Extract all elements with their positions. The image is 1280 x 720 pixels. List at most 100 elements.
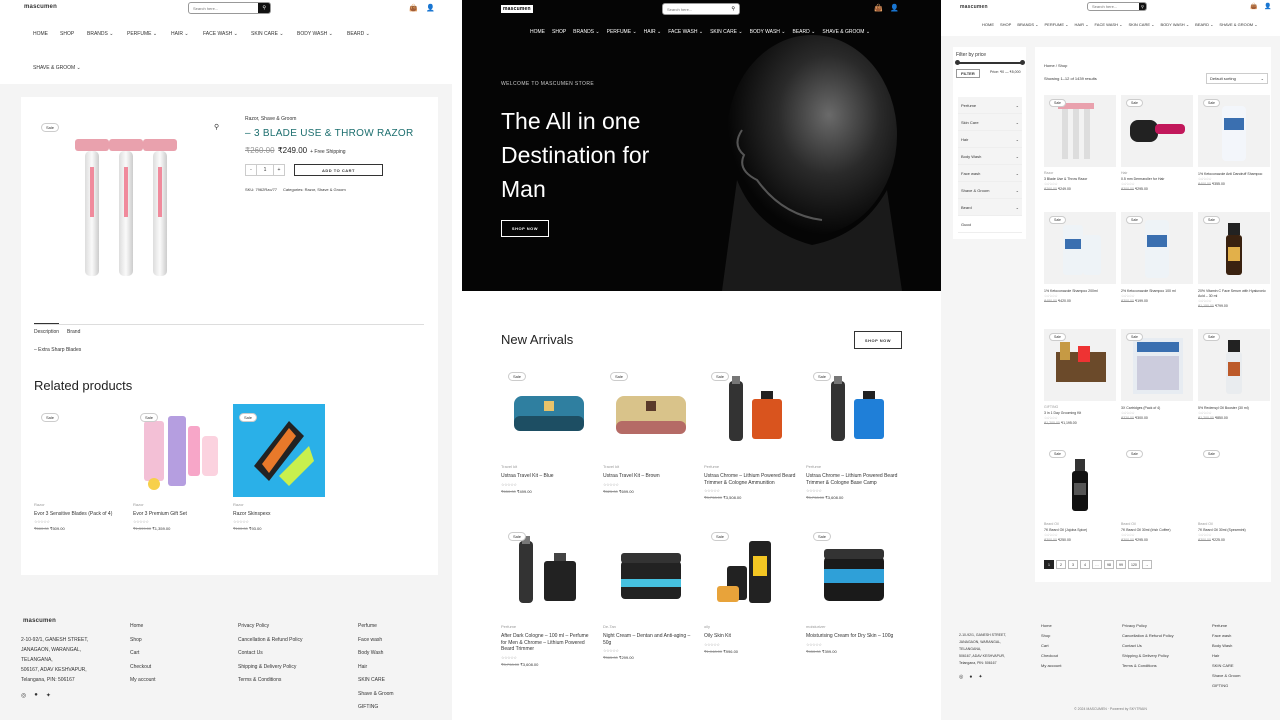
nav-shop[interactable]: SHOP	[552, 29, 566, 35]
product-name[interactable]: After Dark Cologne – 100 ml – Perfume fo…	[501, 633, 595, 653]
footer-link[interactable]: Contact Us	[238, 647, 302, 661]
zoom-icon[interactable]: ⚲	[214, 123, 219, 131]
nav-body-wash[interactable]: BODY WASH ⌄	[750, 29, 786, 35]
product-category[interactable]: Beard Oil	[1044, 522, 1116, 527]
footer-link[interactable]: SKIN CARE	[358, 674, 394, 688]
footer-link[interactable]: Face wash	[358, 634, 394, 648]
page-link[interactable]: …	[1092, 560, 1102, 569]
category-filter-item[interactable]: Shave & Groom ⌄	[958, 182, 1022, 199]
product-image[interactable]	[603, 368, 699, 458]
sort-select[interactable]: Default sorting ⌄	[1206, 73, 1268, 84]
footer-link[interactable]: Cancellation & Refund Policy	[1122, 631, 1174, 641]
footer-link[interactable]: Cart	[130, 647, 156, 661]
add-to-cart-button[interactable]: ADD TO CART	[294, 164, 383, 176]
product-category[interactable]: Beard Oil	[1198, 522, 1270, 527]
page-link[interactable]: 3	[1068, 560, 1078, 569]
product-category[interactable]: Razor	[1044, 171, 1116, 176]
filter-button[interactable]: FILTER	[956, 69, 980, 78]
footer-link[interactable]: Home	[1041, 621, 1061, 631]
product-category[interactable]: moisturizer	[806, 624, 900, 629]
nav-shave-groom[interactable]: SHAVE & GROOM ⌄	[1219, 22, 1257, 27]
site-logo[interactable]: mascumen	[960, 4, 988, 10]
nav-skin-care[interactable]: SKIN CARE ⌄	[251, 31, 297, 37]
product-card[interactable]: Sale Beard Oil 7K Beard Oil 30ml (Irish Co…	[1121, 446, 1193, 561]
nav-home[interactable]: HOME	[33, 31, 60, 37]
product-image[interactable]	[501, 528, 597, 618]
page-link[interactable]: 99	[1116, 560, 1126, 569]
product-category[interactable]: Travel kit	[603, 464, 697, 469]
product-card[interactable]: Sale 5% Redensyl Oil Booster (30 ml) ☆☆☆☆☆…	[1198, 329, 1270, 444]
nav-body-wash[interactable]: BODY WASH ⌄	[297, 31, 347, 37]
category-filter-item[interactable]: Perfume ⌄	[958, 97, 1022, 114]
nav-shave-groom[interactable]: SHAVE & GROOM ⌄	[33, 65, 81, 71]
user-icon[interactable]: 👤	[426, 4, 435, 12]
page-link[interactable]: 1	[1044, 560, 1054, 569]
footer-link[interactable]: Shop	[130, 634, 156, 648]
product-category[interactable]: oily	[704, 624, 798, 629]
product-card[interactable]: Sale 1% Ketoconazole Anti Dandruff Shampo…	[1198, 95, 1270, 210]
nav-face-wash[interactable]: FACE WASH ⌄	[203, 31, 251, 37]
product-image[interactable]	[704, 368, 800, 458]
nav-beard[interactable]: BEARD ⌄	[347, 31, 377, 37]
instagram-icon[interactable]: ◎	[21, 692, 26, 699]
nav-perfume[interactable]: PERFUME ⌄	[127, 31, 171, 37]
product-image[interactable]	[501, 368, 597, 458]
nav-beard[interactable]: BEARD ⌄	[793, 29, 816, 35]
page-link[interactable]: 4	[1080, 560, 1090, 569]
product-name[interactable]: Oily Skin Kit	[704, 633, 798, 640]
product-category[interactable]: Perfume	[501, 624, 595, 629]
category-filter-item[interactable]: Gucci	[958, 216, 1022, 233]
product-card[interactable]: Sale Travel kit Ustraa Travel Kit – Blue ☆☆…	[501, 368, 597, 518]
footer-link[interactable]: Cancellation & Refund Policy	[238, 634, 302, 648]
product-category[interactable]: Razor, Shave & Groom	[245, 116, 296, 122]
product-category[interactable]: Hair	[1121, 171, 1193, 176]
category-filter-item[interactable]: Beard ⌄	[958, 199, 1022, 216]
cart-icon[interactable]: 👜	[409, 4, 418, 12]
footer-link[interactable]: My account	[1041, 661, 1061, 671]
nav-brands[interactable]: BRANDS ⌄	[573, 29, 599, 35]
footer-link[interactable]: Home	[130, 620, 156, 634]
category-filter-item[interactable]: Face wash ⌄	[958, 165, 1022, 182]
search-input[interactable]	[663, 4, 728, 14]
footer-link[interactable]: Contact Us	[1122, 641, 1174, 651]
twitter-icon[interactable]: ✦	[978, 674, 982, 680]
product-category[interactable]: Perfume	[806, 464, 900, 469]
nav-perfume[interactable]: PERFUME ⌄	[1044, 22, 1068, 27]
facebook-icon[interactable]: ●	[969, 674, 972, 680]
product-category[interactable]: De-Tan	[603, 624, 697, 629]
product-category[interactable]: GIFTING	[1044, 405, 1116, 410]
footer-link[interactable]: Checkout	[1041, 651, 1061, 661]
product-name[interactable]: Ustraa Chrome – Lithium Powered Beard Tr…	[806, 473, 900, 486]
product-card[interactable]: Sale 20% Vitamin C Face Serum with Hyalur…	[1198, 212, 1270, 327]
nav-brands[interactable]: BRANDS ⌄	[1017, 22, 1038, 27]
category-filter-item[interactable]: Body Wash ⌄	[958, 148, 1022, 165]
product-card[interactable]: Sale Beard Oil 7K Beard Oil (Jojoba Spice)…	[1044, 446, 1116, 561]
product-name[interactable]: Moisturising Cream for Dry Skin – 100g	[806, 633, 900, 640]
nav-face-wash[interactable]: FACE WASH ⌄	[668, 29, 703, 35]
category-filter-item[interactable]: Skin Care ⌄	[958, 114, 1022, 131]
nav-hair[interactable]: HAIR ⌄	[644, 29, 662, 35]
site-logo[interactable]: mascumen	[501, 5, 533, 13]
product-card[interactable]: Sale 1% Ketoconazole Shampoo 200ml ☆☆☆☆☆ ₹4…	[1044, 212, 1116, 327]
footer-link[interactable]: Terms & Conditions	[238, 674, 302, 688]
nav-brands[interactable]: BRANDS ⌄	[87, 31, 127, 37]
product-card[interactable]: Sale Perfume Ustraa Chrome – Lithium Power…	[704, 368, 800, 518]
product-category[interactable]: Beard Oil	[1121, 522, 1193, 527]
product-card[interactable]: Sale GIFTING 3 in 1 Day Grooming Kit ☆☆☆☆☆ ₹…	[1044, 329, 1116, 444]
twitter-icon[interactable]: ✦	[46, 692, 51, 699]
page-link[interactable]: 120	[1128, 560, 1140, 569]
price-slider[interactable]	[956, 62, 1023, 64]
footer-link[interactable]: Privacy Policy	[238, 620, 302, 634]
category-filter-item[interactable]: Hair ⌄	[958, 131, 1022, 148]
hero-shop-now-button[interactable]: SHOP NOW	[501, 220, 549, 237]
nav-body-wash[interactable]: BODY WASH ⌄	[1160, 22, 1189, 27]
product-image[interactable]	[806, 368, 902, 458]
footer-link[interactable]: Perfume	[358, 620, 394, 634]
facebook-icon[interactable]: ●	[34, 692, 38, 699]
product-name[interactable]: 20% Vitamin C Face Serum with Hyaluronic…	[1198, 289, 1270, 299]
page-link[interactable]: 98	[1104, 560, 1114, 569]
nav-skin-care[interactable]: SKIN CARE ⌄	[1128, 22, 1154, 27]
page-link[interactable]: →	[1141, 560, 1152, 569]
nav-home[interactable]: HOME	[530, 29, 545, 35]
footer-link[interactable]: Cart	[1041, 641, 1061, 651]
